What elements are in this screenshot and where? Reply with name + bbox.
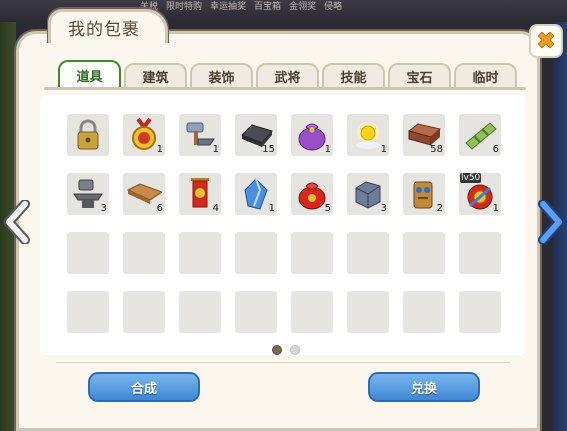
item-count: 1	[268, 203, 275, 214]
empty-slot[interactable]	[235, 232, 277, 274]
chevron-left-icon	[4, 200, 30, 244]
empty-slot[interactable]	[291, 291, 333, 333]
tab-skills[interactable]: 技能	[322, 63, 385, 87]
window-title: 我的包裹	[68, 20, 140, 40]
inventory-slot[interactable]: 1	[123, 114, 165, 156]
inventory-slot[interactable]	[67, 114, 109, 156]
empty-slot[interactable]	[179, 291, 221, 333]
item-count: 1	[324, 144, 331, 155]
item-count: 1	[492, 203, 499, 214]
item-count: 58	[430, 144, 443, 155]
inventory-slot[interactable]: 3	[347, 173, 389, 215]
empty-slot[interactable]	[123, 291, 165, 333]
empty-slot[interactable]	[403, 291, 445, 333]
item-count: 1	[212, 144, 219, 155]
page-indicator	[272, 345, 300, 355]
item-count: 3	[380, 203, 387, 214]
tab-generals[interactable]: 武将	[256, 63, 319, 87]
next-page-button[interactable]	[536, 199, 566, 245]
inventory-slot[interactable]: 58	[403, 114, 445, 156]
close-x-icon: ✖	[536, 28, 556, 54]
inventory-slot[interactable]: 15	[235, 114, 277, 156]
empty-slot[interactable]	[235, 291, 277, 333]
inventory-slot[interactable]: 2	[403, 173, 445, 215]
item-count: 3	[100, 203, 107, 214]
tab-temporary[interactable]: 临时	[454, 63, 517, 87]
item-count: 6	[492, 144, 499, 155]
inventory-slot[interactable]: 3	[67, 173, 109, 215]
background-menu-item: 幸运抽奖	[210, 2, 247, 12]
empty-slot[interactable]	[459, 291, 501, 333]
close-button[interactable]: ✖	[529, 24, 563, 58]
empty-slot[interactable]	[123, 232, 165, 274]
item-count: 4	[212, 203, 219, 214]
page-dot[interactable]	[290, 345, 300, 355]
inventory-slot[interactable]: 1	[179, 114, 221, 156]
tab-gems[interactable]: 宝石	[388, 63, 451, 87]
item-count: 1	[156, 144, 163, 155]
inventory-slot[interactable]: lv50 1	[459, 173, 501, 215]
divider	[56, 362, 510, 363]
empty-slot[interactable]	[179, 232, 221, 274]
empty-slot[interactable]	[347, 291, 389, 333]
inventory-slot[interactable]: 1	[235, 173, 277, 215]
background-menu-item: 金翎奖	[289, 2, 317, 12]
background-menu-item: 侵略	[324, 2, 343, 12]
item-count: 2	[436, 203, 443, 214]
empty-slot[interactable]	[459, 232, 501, 274]
background-menu-item: 百宝箱	[254, 2, 282, 12]
inventory-grid	[40, 95, 526, 355]
empty-slot[interactable]	[67, 291, 109, 333]
item-count: 1	[380, 144, 387, 155]
padlock-icon	[77, 119, 99, 150]
page-dot-active[interactable]	[272, 345, 282, 355]
tab-divider	[44, 87, 526, 90]
empty-slot[interactable]	[291, 232, 333, 274]
empty-slot[interactable]	[403, 232, 445, 274]
empty-slot[interactable]	[347, 232, 389, 274]
inventory-slot[interactable]: 6	[123, 173, 165, 215]
prev-page-button[interactable]	[2, 199, 32, 245]
chevron-right-icon	[538, 200, 564, 244]
item-count: 5	[324, 203, 331, 214]
inventory-slot[interactable]: 1	[291, 114, 333, 156]
inventory-slot[interactable]: 1	[347, 114, 389, 156]
tab-decorations[interactable]: 装饰	[190, 63, 253, 87]
background-menu-item: 限时特购	[166, 2, 203, 12]
inventory-slot[interactable]: 4	[179, 173, 221, 215]
inventory-slot[interactable]: 6	[459, 114, 501, 156]
exchange-button[interactable]: 兑换	[368, 372, 480, 402]
level-badge: lv50	[460, 173, 482, 183]
tab-buildings[interactable]: 建筑	[124, 63, 187, 87]
item-count: 6	[156, 203, 163, 214]
background-menu: 关税 限时特购 幸运抽奖 百宝箱 金翎奖 侵略	[140, 0, 342, 13]
combine-button[interactable]: 合成	[88, 372, 200, 402]
item-count: 15	[262, 144, 275, 155]
tab-items[interactable]: 道具	[58, 60, 121, 88]
empty-slot[interactable]	[67, 232, 109, 274]
inventory-slot[interactable]: 5	[291, 173, 333, 215]
